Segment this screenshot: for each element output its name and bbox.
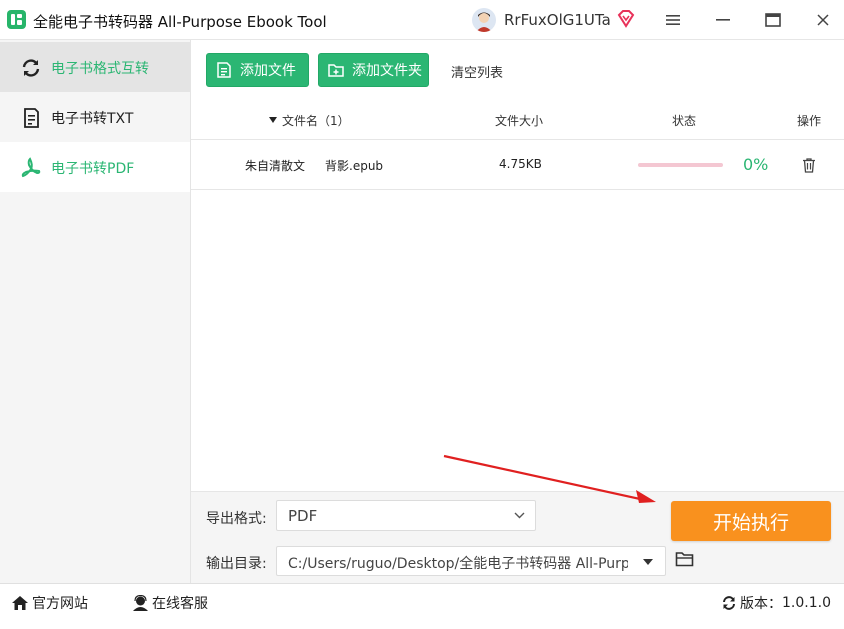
output-dir-value: C:/Users/ruguo/Desktop/全能电子书转码器 All-Purp: [288, 556, 628, 572]
column-header-size: 文件大小: [495, 114, 544, 128]
export-settings-panel: 导出格式: PDF 输出目录: C:/Users/ruguo/Desktop/全…: [191, 491, 844, 583]
chevron-down-icon: [514, 512, 525, 519]
sidebar-item-format-convert[interactable]: 电子书格式互转: [0, 42, 190, 92]
row-size: 4.75KB: [499, 157, 542, 171]
column-header-action: 操作: [797, 114, 822, 128]
row-filename: 背影.epub: [325, 159, 384, 173]
caret-down-icon: [643, 559, 653, 565]
sidebar-item-to-txt[interactable]: 电子书转TXT: [0, 92, 190, 142]
official-website-label: 官方网站: [32, 596, 88, 612]
status-bar: 官方网站 在线客服 版本： 1.0.1.0: [0, 583, 844, 629]
user-name[interactable]: RrFuxOlG1UTa: [504, 11, 611, 29]
output-dir-label: 输出目录:: [206, 556, 267, 572]
official-website-link[interactable]: 官方网站: [11, 593, 88, 613]
online-support-label: 在线客服: [152, 596, 208, 612]
sidebar-item-label: 电子书格式互转: [51, 61, 149, 77]
support-agent-icon: [133, 595, 148, 611]
table-header: 文件名（1） 文件大小 状态 操作: [191, 100, 844, 140]
column-header-status: 状态: [672, 114, 697, 128]
minimize-icon[interactable]: [710, 8, 736, 32]
pdf-icon: [21, 157, 41, 178]
row-progress-text: 0%: [743, 155, 769, 174]
add-folder-button[interactable]: 添加文件夹: [318, 53, 429, 87]
column-header-filename[interactable]: 文件名（1）: [282, 112, 350, 129]
add-file-button[interactable]: 添加文件: [206, 53, 309, 87]
version-value: 1.0.1.0: [782, 595, 831, 611]
sidebar-item-label: 电子书转TXT: [51, 111, 134, 127]
title-bar: 全能电子书转码器 All-Purpose Ebook Tool RrFuxOlG…: [0, 0, 844, 40]
app-window: 全能电子书转码器 All-Purpose Ebook Tool RrFuxOlG…: [0, 0, 844, 629]
app-logo-icon: [7, 10, 26, 29]
export-format-select[interactable]: PDF: [276, 500, 536, 531]
sidebar-item-to-pdf[interactable]: 电子书转PDF: [0, 142, 190, 192]
folder-icon[interactable]: [675, 550, 695, 568]
refresh-icon: [723, 596, 735, 610]
sort-desc-icon[interactable]: [269, 117, 277, 123]
table-row[interactable]: 朱自清散文 背影.epub 4.75KB 0%: [191, 140, 844, 190]
sidebar-item-label: 电子书转PDF: [51, 161, 135, 177]
maximize-icon[interactable]: [760, 8, 786, 32]
trash-icon[interactable]: [801, 157, 817, 173]
close-icon[interactable]: [810, 8, 836, 32]
add-folder-icon: [328, 64, 344, 77]
app-title: 全能电子书转码器 All-Purpose Ebook Tool: [33, 13, 327, 31]
output-dir-select[interactable]: C:/Users/ruguo/Desktop/全能电子书转码器 All-Purp: [276, 546, 666, 576]
row-folder: 朱自清散文: [245, 159, 306, 173]
document-icon: [24, 108, 39, 128]
export-format-label: 导出格式:: [206, 511, 267, 527]
home-icon: [12, 596, 28, 610]
add-file-label: 添加文件: [240, 63, 296, 79]
version-info: 版本： 1.0.1.0: [721, 593, 831, 613]
sidebar: 电子书格式互转 电子书转TXT 电子书转PDF: [0, 40, 191, 583]
row-progress-bar: [638, 163, 723, 167]
refresh-icon: [22, 59, 40, 77]
add-folder-label: 添加文件夹: [352, 63, 422, 79]
hamburger-menu-icon[interactable]: [660, 8, 686, 32]
add-file-icon: [217, 62, 231, 78]
user-avatar[interactable]: [472, 8, 496, 32]
vip-diamond-icon[interactable]: [616, 9, 636, 29]
export-format-value: PDF: [288, 507, 318, 525]
start-button[interactable]: 开始执行: [671, 501, 831, 541]
main-panel: 添加文件 添加文件夹 清空列表 文件名（1） 文件大小 状态 操作 朱自清散文 …: [191, 40, 844, 583]
version-label: 版本：: [740, 596, 782, 612]
clear-list-button[interactable]: 清空列表: [451, 62, 503, 81]
online-support-link[interactable]: 在线客服: [132, 593, 208, 613]
